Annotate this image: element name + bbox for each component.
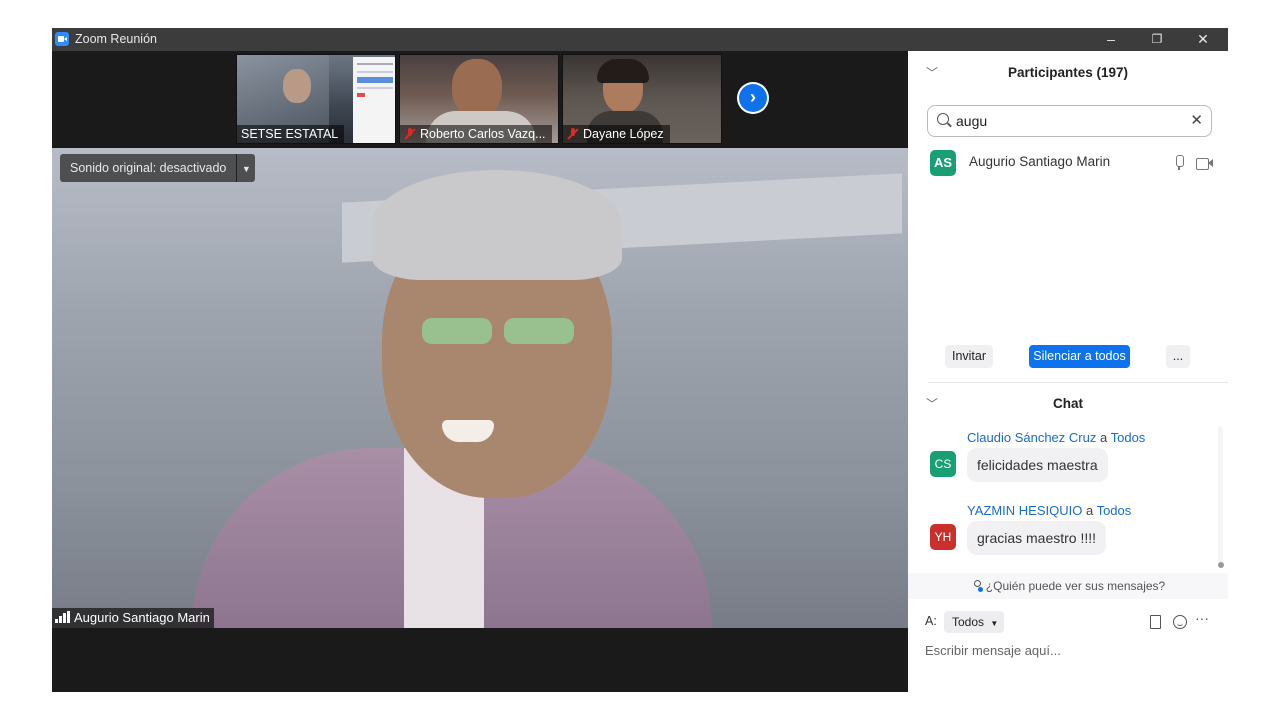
person-hair [597,59,649,83]
chat-message-bubble[interactable]: felicidades maestra [967,448,1108,482]
shared-document [353,57,395,143]
message-sender[interactable]: YAZMIN HESIQUIO [967,503,1082,518]
participants-header: ﹀ Participantes (197) [908,51,1228,95]
person-hair [372,170,622,280]
participant-name: Augurio Santiago Marin [969,154,1111,169]
file-icon[interactable] [1150,615,1161,629]
chevron-right-icon: › [739,84,767,112]
caret-down-icon[interactable]: ▼ [237,155,255,183]
chevron-down-icon[interactable]: ﹀ [926,51,938,95]
avatar: YH [930,524,956,550]
thumbnail-name-text: Dayane López [583,127,664,141]
chat-message-bubble[interactable]: gracias maestro !!!! [967,521,1107,555]
title-bar: Zoom Reunión – ❐ ✕ [52,28,1228,51]
thumbnail-name: Roberto Carlos Vazq... [400,125,552,143]
more-options-button[interactable]: ... [1166,345,1190,368]
who-can-see-link[interactable]: ¿Quién puede ver sus mensajes? [908,573,1228,599]
person-icon [971,580,983,592]
chevron-down-icon[interactable]: ﹀ [926,382,938,426]
thumbnail-name: SETSE ESTATAL [237,125,345,143]
thumbnail-name: Dayane López [563,125,670,143]
message-sender-line: YAZMIN HESIQUIO a Todos [967,503,1131,518]
restore-button[interactable]: ❐ [1134,28,1180,51]
chat-header: ﹀ Chat [908,382,1228,426]
original-sound-toggle[interactable]: Sonido original: desactivado ▼ [60,154,256,183]
window-title: Zoom Reunión [75,32,157,46]
microphone-icon[interactable] [1172,155,1186,171]
participants-title: Participantes (197) [1007,65,1129,80]
participant-search-input[interactable] [956,110,1176,132]
message-to-word: a [1085,503,1094,518]
message-sender[interactable]: Claudio Sánchez Cruz [967,430,1096,445]
message-recipient[interactable]: Todos [1111,430,1146,445]
close-button[interactable]: ✕ [1180,28,1226,51]
person-silhouette [452,59,502,117]
emoji-icon[interactable] [1173,615,1187,629]
participant-row[interactable]: AS Augurio Santiago Marin [908,147,1228,179]
message-to-word: a [1099,430,1108,445]
invite-button[interactable]: Invitar [945,345,993,368]
chat-scrollbar[interactable] [1218,426,1223,566]
original-sound-label: Sonido original: desactivado [60,154,238,182]
glasses-reflection [504,318,574,344]
zoom-logo-icon [55,32,69,46]
thumbnail-name-text: Roberto Carlos Vazq... [420,127,546,141]
mic-muted-icon [567,128,579,140]
recipient-label: A: [925,614,937,628]
person-smile [442,420,494,442]
search-icon [937,113,949,125]
avatar: CS [930,451,956,477]
more-chat-options-icon[interactable]: ··· [1195,610,1209,626]
chat-scrollbar-thumb[interactable] [1218,562,1224,568]
signal-strength-icon [55,611,70,623]
participant-search[interactable]: ✕ [927,105,1212,137]
avatar: AS [930,150,956,176]
recipient-dropdown[interactable]: Todos ▼ [944,611,1004,633]
video-thumbnail[interactable]: Roberto Carlos Vazq... [399,54,559,144]
minimize-button[interactable]: – [1088,28,1134,51]
video-area: SETSE ESTATAL Roberto Carlos Vazq... Day… [52,51,908,692]
speaker-name-tag: Augurio Santiago Marin [52,608,214,628]
chat-message-input[interactable] [925,639,1215,661]
video-thumbnail[interactable]: SETSE ESTATAL [236,54,396,144]
sidebar-panel: ﹀ Participantes (197) ✕ AS Augurio Santi… [908,51,1228,692]
mute-all-button[interactable]: Silenciar a todos [1029,345,1130,368]
message-recipient[interactable]: Todos [1097,503,1132,518]
recipient-value: Todos [952,615,985,629]
mic-muted-icon [404,128,416,140]
chevron-down-icon: ▼ [990,619,999,628]
person-silhouette [283,69,311,103]
clear-search-icon[interactable]: ✕ [1190,111,1203,129]
speaker-name: Augurio Santiago Marin [74,610,210,625]
glasses-reflection [422,318,492,344]
who-can-see-text: ¿Quién puede ver sus mensajes? [985,579,1166,593]
video-thumbnail[interactable]: Dayane López [562,54,722,144]
main-speaker-video[interactable]: Sonido original: desactivado ▼ Augurio Sa… [52,148,908,628]
next-page-button[interactable]: › [737,82,769,114]
chat-title: Chat [1053,396,1083,411]
camera-icon[interactable] [1196,157,1214,170]
message-sender-line: Claudio Sánchez Cruz a Todos [967,430,1145,445]
zoom-window: Zoom Reunión – ❐ ✕ SETSE ESTATAL Roberto… [52,28,1228,692]
